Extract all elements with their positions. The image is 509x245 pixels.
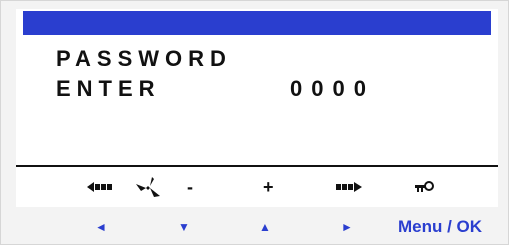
scroll-forward-icon[interactable] [336, 176, 366, 198]
plus-button[interactable]: + [263, 176, 274, 198]
fan-icon[interactable] [136, 176, 162, 198]
title-bar [23, 11, 491, 35]
menu-ok-button[interactable]: Menu / OK [398, 217, 482, 237]
nav-up-button[interactable]: ▲ [259, 217, 271, 237]
password-code: 0000 [290, 76, 375, 101]
minus-button[interactable]: - [187, 176, 193, 198]
enter-label: ENTER [56, 76, 161, 101]
screen-divider [16, 165, 498, 167]
nav-down-button[interactable]: ▼ [178, 217, 190, 237]
password-label: PASSWORD [56, 46, 232, 71]
nav-left-button[interactable]: ◄ [95, 217, 107, 237]
key-icon[interactable] [414, 176, 436, 198]
scroll-back-icon[interactable] [87, 176, 117, 198]
nav-right-button[interactable]: ► [341, 217, 353, 237]
control-panel: PASSWORD ENTER 0000 - + ◄ ▼ ▲ ► Menu / O… [0, 0, 509, 245]
